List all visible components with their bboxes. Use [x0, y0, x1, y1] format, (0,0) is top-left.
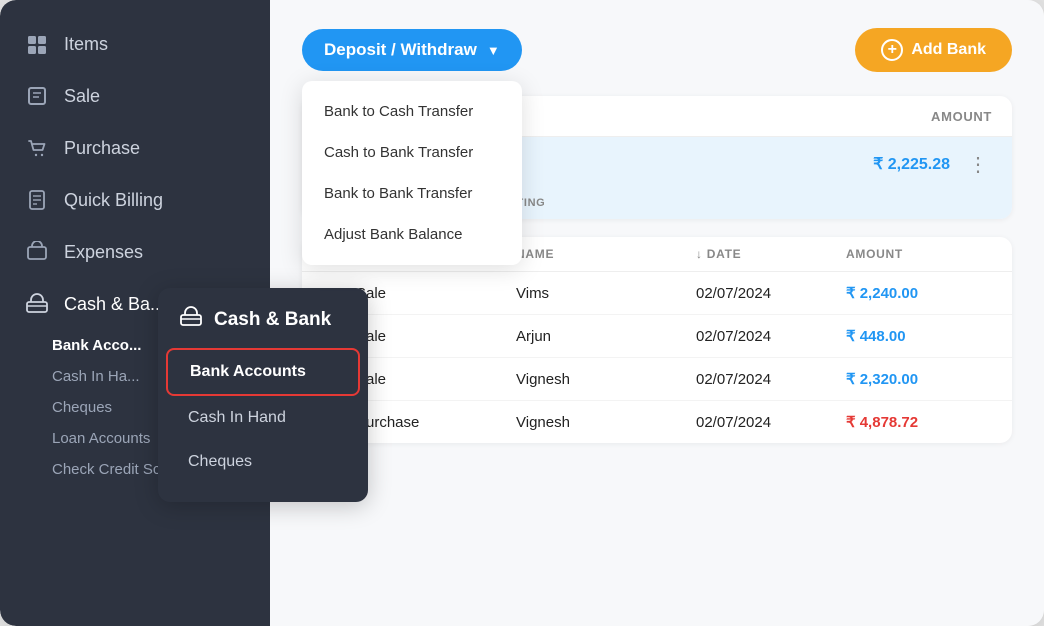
amount-col-header: AMOUNT	[872, 109, 992, 124]
top-row: Deposit / Withdraw ▼ Bank to Cash Transf…	[302, 28, 1012, 72]
items-icon	[24, 31, 50, 57]
overlay-cheques-label: Cheques	[188, 453, 252, 470]
sidebar-sub-cash-in-hand-label: Cash In Ha...	[52, 368, 140, 385]
row-amount-2: ₹ 448.00	[846, 327, 966, 345]
sidebar-item-expenses[interactable]: Expenses	[0, 226, 270, 278]
deposit-withdraw-label: Deposit / Withdraw	[324, 40, 477, 60]
deposit-withdraw-wrapper: Deposit / Withdraw ▼ Bank to Cash Transf…	[302, 29, 522, 71]
sidebar-sub-loan-accounts-label: Loan Accounts	[52, 430, 150, 447]
amount-header-label: AMOUNT	[931, 109, 992, 124]
chevron-down-icon: ▼	[487, 43, 500, 58]
col-name: NAME	[516, 247, 696, 261]
sidebar-item-sale[interactable]: Sale	[0, 70, 270, 122]
row-type-1: Sale	[356, 285, 516, 302]
row-amount-4: ₹ 4,878.72	[846, 413, 966, 431]
plus-circle-icon: +	[881, 39, 903, 61]
row-type-4: Purchase	[356, 414, 516, 431]
row-amount-3: ₹ 2,320.00	[846, 370, 966, 388]
col-amount: AMOUNT	[846, 247, 966, 261]
table-row: Sale Arjun 02/07/2024 ₹ 448.00	[302, 315, 1012, 358]
row-amount-1: ₹ 2,240.00	[846, 284, 966, 302]
cash-to-bank-label: Cash to Bank Transfer	[324, 144, 473, 161]
quick-billing-icon	[24, 187, 50, 213]
row-date-3: 02/07/2024	[696, 371, 846, 388]
table-row: Sale Vims 02/07/2024 ₹ 2,240.00	[302, 272, 1012, 315]
dropdown-adjust-balance[interactable]: Adjust Bank Balance	[302, 214, 522, 255]
add-bank-button[interactable]: + Add Bank	[855, 28, 1012, 72]
date-col-header: DATE	[707, 247, 742, 261]
cash-bank-overlay-cheques[interactable]: Cheques	[166, 440, 360, 484]
row-type-2: Sale	[356, 328, 516, 345]
transactions-table: TYPE ⊽ NAME ↓ DATE AMOUNT Sale Vims	[302, 237, 1012, 443]
cash-bank-overlay-header: Cash & Bank	[158, 306, 368, 348]
main-content: Deposit / Withdraw ▼ Bank to Cash Transf…	[270, 0, 1044, 626]
row-name-3: Vignesh	[516, 371, 696, 388]
sidebar-sub-cheques-label: Cheques	[52, 399, 112, 416]
table-row: Purchase Vignesh 02/07/2024 ₹ 4,878.72	[302, 401, 1012, 443]
sidebar-item-cash-bank-label: Cash & Ba...	[64, 294, 165, 315]
sidebar-item-sale-label: Sale	[64, 86, 100, 107]
sidebar-item-quick-billing-label: Quick Billing	[64, 190, 163, 211]
sidebar-item-quick-billing[interactable]: Quick Billing	[0, 174, 270, 226]
row-name-1: Vims	[516, 285, 696, 302]
cash-bank-overlay-title: Cash & Bank	[214, 309, 331, 331]
cash-bank-overlay-cash-in-hand[interactable]: Cash In Hand	[166, 396, 360, 440]
cash-bank-overlay-bank-accounts[interactable]: Bank Accounts	[166, 348, 360, 396]
sale-icon	[24, 83, 50, 109]
deposit-withdraw-button[interactable]: Deposit / Withdraw ▼	[302, 29, 522, 71]
sidebar-sub-bank-accounts-label: Bank Acco...	[52, 337, 141, 354]
overlay-bank-accounts-label: Bank Accounts	[190, 363, 306, 380]
date-sort-icon: ↓	[696, 247, 703, 261]
row-date-4: 02/07/2024	[696, 414, 846, 431]
dropdown-cash-to-bank[interactable]: Cash to Bank Transfer	[302, 132, 522, 173]
dropdown-bank-to-bank[interactable]: Bank to Bank Transfer	[302, 173, 522, 214]
sidebar-item-items-label: Items	[64, 34, 108, 55]
dropdown-bank-to-cash[interactable]: Bank to Cash Transfer	[302, 91, 522, 132]
amount-col-header: AMOUNT	[846, 247, 903, 261]
add-bank-label: Add Bank	[911, 41, 986, 59]
row-date-2: 02/07/2024	[696, 328, 846, 345]
adjust-balance-label: Adjust Bank Balance	[324, 226, 462, 243]
deposit-dropdown-menu: Bank to Cash Transfer Cash to Bank Trans…	[302, 81, 522, 265]
row-name-4: Vignesh	[516, 414, 696, 431]
bank-overlay-icon	[180, 306, 202, 334]
app-container: Items Sale Purchase Quick Billing Expens…	[0, 0, 1044, 626]
sidebar-item-purchase[interactable]: Purchase	[0, 122, 270, 174]
bank-amount: ₹ 2,225.28	[850, 154, 950, 174]
cash-bank-icon	[24, 291, 50, 317]
expenses-icon	[24, 239, 50, 265]
sidebar-item-expenses-label: Expenses	[64, 242, 143, 263]
bank-to-cash-label: Bank to Cash Transfer	[324, 103, 473, 120]
sidebar-item-items[interactable]: Items	[0, 18, 270, 70]
row-name-2: Arjun	[516, 328, 696, 345]
purchase-icon	[24, 135, 50, 161]
bank-to-bank-label: Bank to Bank Transfer	[324, 185, 472, 202]
col-date: ↓ DATE	[696, 247, 846, 261]
row-type-3: Sale	[356, 371, 516, 388]
sidebar-item-purchase-label: Purchase	[64, 138, 140, 159]
overlay-cash-in-hand-label: Cash In Hand	[188, 409, 286, 426]
row-date-1: 02/07/2024	[696, 285, 846, 302]
cash-bank-overlay: Cash & Bank Bank Accounts Cash In Hand C…	[158, 288, 368, 502]
table-row: Sale Vignesh 02/07/2024 ₹ 2,320.00	[302, 358, 1012, 401]
bank-more-options-icon[interactable]: ⋮	[964, 152, 992, 177]
